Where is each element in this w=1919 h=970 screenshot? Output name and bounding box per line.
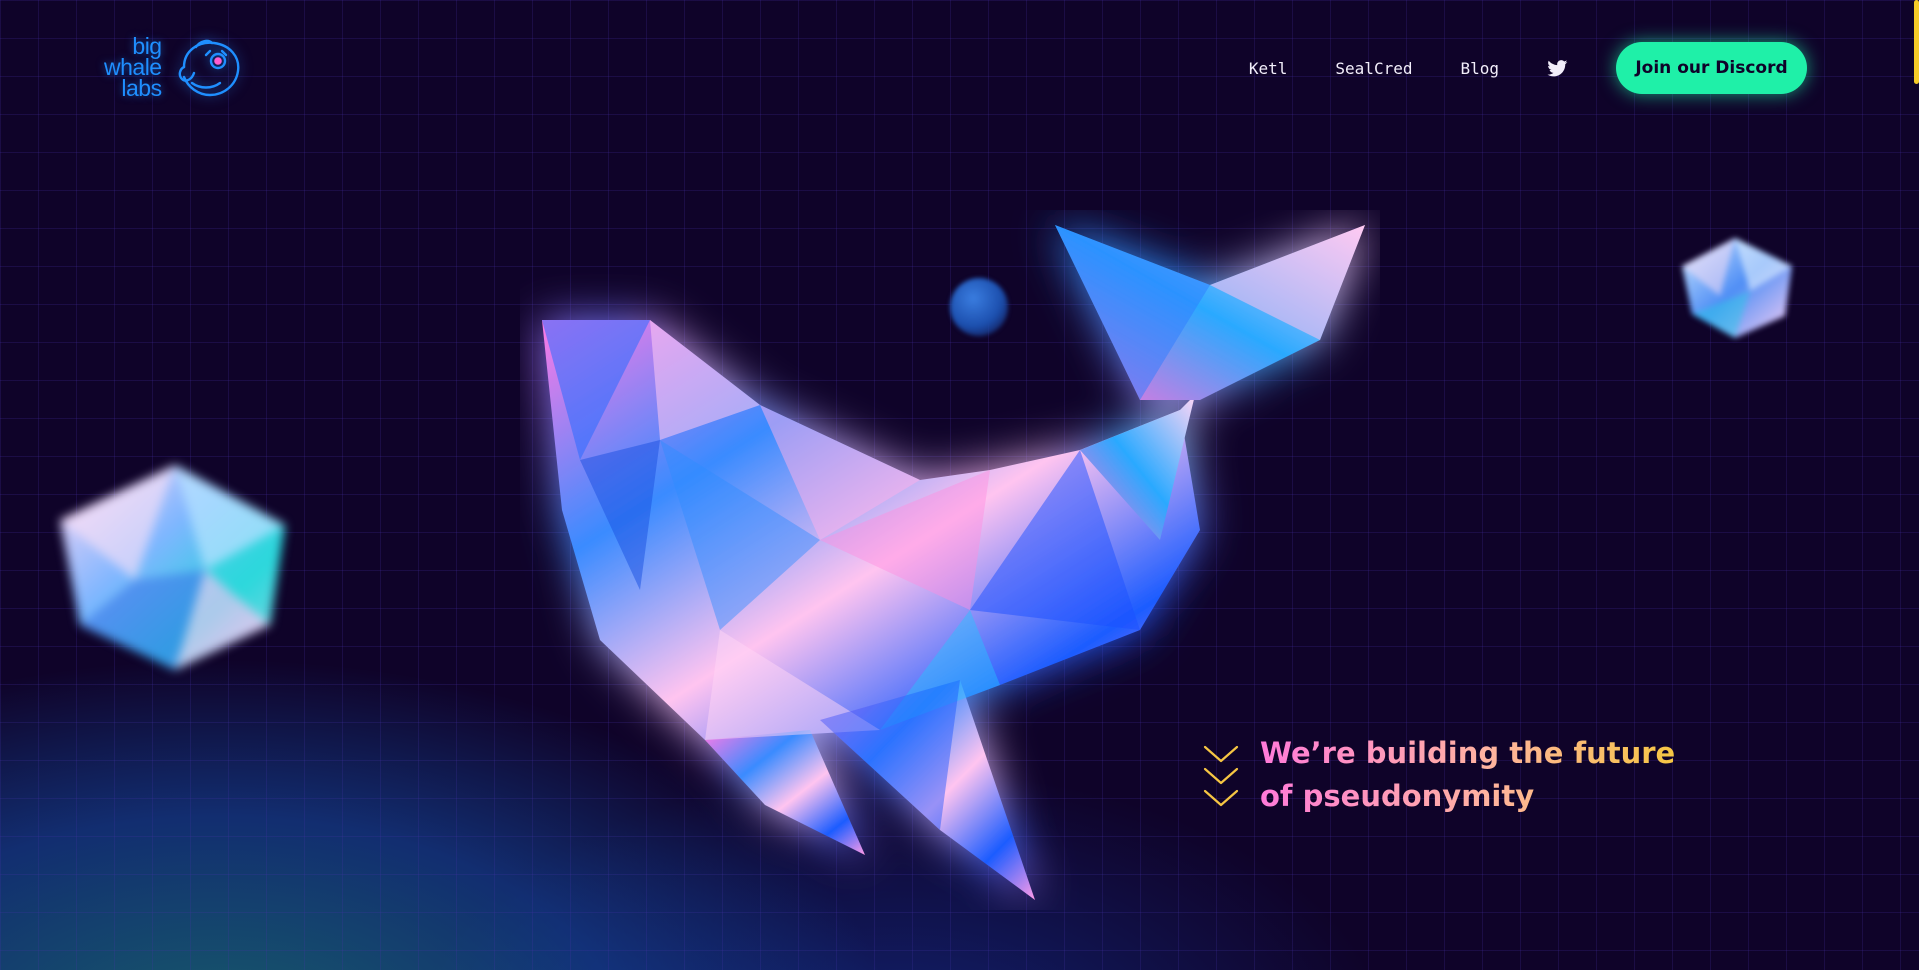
crystal-left-decoration xyxy=(60,465,285,670)
chevron-down-icon xyxy=(1203,745,1239,807)
logo-line-labs: labs xyxy=(121,75,162,101)
hero-tagline: We’re building the future of pseudonymit… xyxy=(1202,732,1675,818)
nav-link-blog[interactable]: Blog xyxy=(1460,59,1499,78)
twitter-link[interactable] xyxy=(1547,59,1568,77)
logo-link[interactable]: big whale labs xyxy=(104,35,244,101)
page: big whale labs Ketl SealCred Blog Join o xyxy=(0,0,1919,970)
nav-link-sealcred[interactable]: SealCred xyxy=(1335,59,1412,78)
whale-logo-icon xyxy=(176,37,244,99)
tagline-line-2: of pseudonymity xyxy=(1260,779,1535,813)
scroll-indicator[interactable] xyxy=(1914,0,1919,84)
main-nav: Ketl SealCred Blog Join our Discord xyxy=(1249,42,1807,94)
nav-link-ketl[interactable]: Ketl xyxy=(1249,59,1288,78)
logo-wordmark: big whale labs xyxy=(104,35,162,101)
twitter-icon xyxy=(1547,59,1568,76)
tagline-line-1: We’re building the future xyxy=(1260,736,1676,770)
crystal-right-decoration xyxy=(1682,238,1792,338)
join-discord-button[interactable]: Join our Discord xyxy=(1616,42,1807,94)
tagline-text: We’re building the future of pseudonymit… xyxy=(1260,732,1675,818)
